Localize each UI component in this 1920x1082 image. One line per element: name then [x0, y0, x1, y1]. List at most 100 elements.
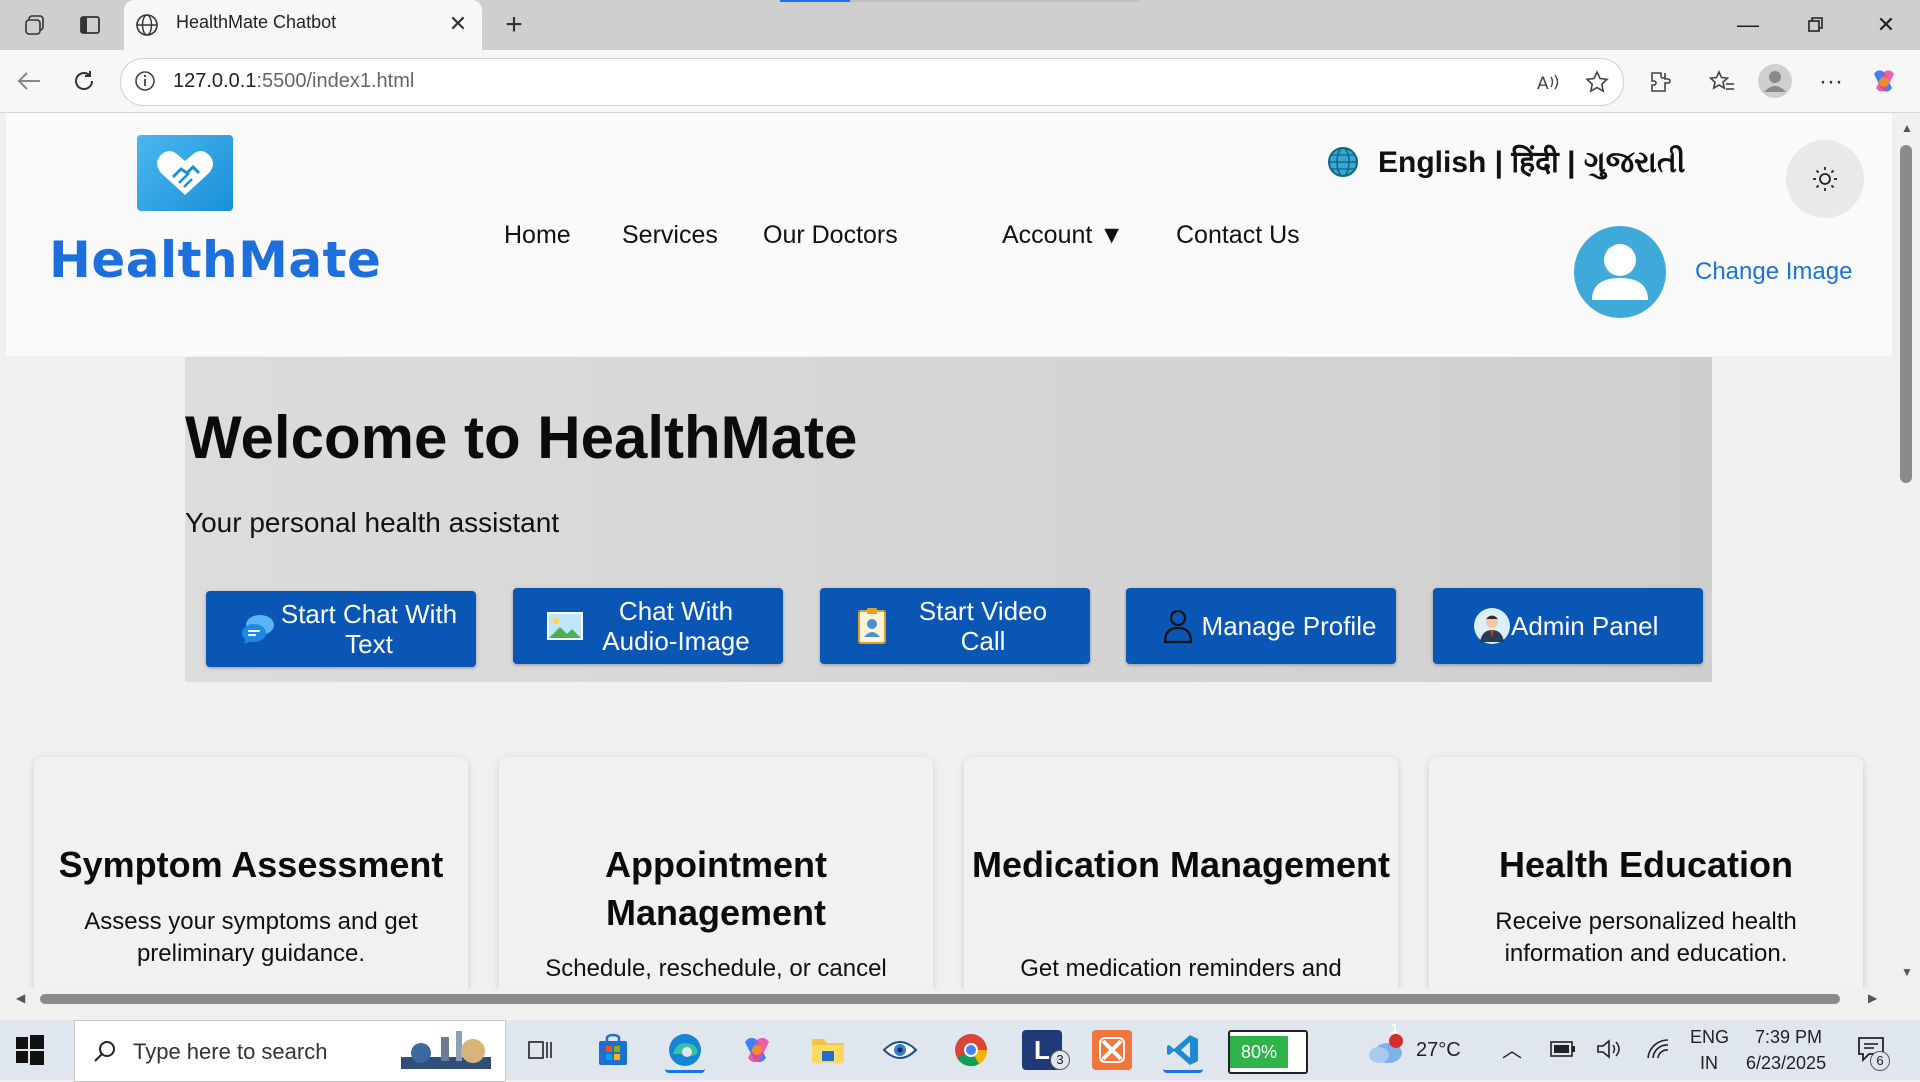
favorite-star-icon[interactable] [1583, 68, 1611, 96]
more-options-icon[interactable]: ··· [1813, 64, 1849, 100]
nav-contact-us[interactable]: Contact Us [1176, 221, 1300, 250]
task-view-icon[interactable] [521, 1030, 561, 1070]
volume-icon[interactable] [1596, 1038, 1622, 1060]
url-text[interactable]: 127.0.0.1:5500/index1.html [173, 70, 414, 93]
browser-toolbar: 127.0.0.1:5500/index1.html A ··· [0, 50, 1920, 113]
notification-count: 6 [1870, 1051, 1890, 1071]
card-text: Schedule, reschedule, or cancel [545, 955, 887, 982]
back-button[interactable] [12, 64, 46, 98]
url-host: 127.0.0.1 [173, 70, 257, 92]
site-info-icon[interactable] [133, 69, 157, 93]
sun-icon [1813, 167, 1837, 191]
microsoft-store-icon[interactable] [593, 1030, 633, 1070]
launcher-badge: 3 [1050, 1050, 1070, 1070]
xampp-icon[interactable] [1092, 1030, 1132, 1070]
tray-overflow-chevron-icon[interactable]: ︿ [1502, 1034, 1522, 1063]
vertical-scroll-thumb[interactable] [1900, 145, 1912, 483]
taskbar-search[interactable]: Type here to search [74, 1020, 506, 1082]
change-image-link[interactable]: Change Image [1695, 258, 1852, 286]
tab-healthmate[interactable]: HealthMate Chatbot ✕ [124, 0, 482, 50]
svg-text:A: A [1537, 74, 1549, 93]
eye-app-icon[interactable] [880, 1030, 920, 1070]
brand-name[interactable]: HealthMate [49, 231, 381, 289]
user-avatar[interactable] [1574, 226, 1666, 318]
new-tab-button[interactable]: + [497, 8, 531, 42]
card-title: Appointment Management [605, 844, 827, 933]
tab-actions-icon[interactable] [75, 10, 105, 40]
nav-account-dropdown[interactable]: Account ▼ [1002, 221, 1124, 250]
horizontal-scrollbar[interactable]: ◀ ▶ [6, 988, 1892, 1010]
search-highlight-illustration [401, 1031, 491, 1069]
language-globe-icon [1328, 147, 1358, 177]
restore-button[interactable] [1794, 8, 1838, 42]
windows-taskbar: Type here to search L 3 80% 1 27°C ︿ ENG… [0, 1020, 1920, 1082]
file-explorer-icon[interactable] [808, 1030, 848, 1070]
weather-icon[interactable] [1366, 1030, 1406, 1070]
battery-widget[interactable]: 80% [1228, 1030, 1308, 1074]
battery-tray-icon[interactable] [1550, 1040, 1576, 1058]
language-switcher[interactable]: English | हिंदी | ગુજરાતી [1378, 140, 1685, 181]
chat-audio-image-button[interactable]: Chat With Audio-Image [513, 588, 783, 664]
theme-toggle-button[interactable] [1786, 140, 1864, 218]
service-card-medication: Medication Management Get medication rem… [964, 757, 1398, 988]
horizontal-scroll-thumb[interactable] [40, 994, 1840, 1004]
admin-panel-button[interactable]: Admin Panel [1433, 588, 1703, 664]
loading-track [850, 0, 1140, 2]
weather-temp[interactable]: 27°C [1416, 1039, 1461, 1062]
admin-panel-label: Admin Panel [1511, 611, 1659, 641]
vertical-scrollbar[interactable]: ▲ ▼ [1892, 113, 1920, 988]
nav-our-doctors[interactable]: Our Doctors [763, 221, 898, 250]
chrome-icon[interactable] [951, 1030, 991, 1070]
clock-time[interactable]: 7:39 PM [1755, 1027, 1822, 1048]
scroll-up-arrow-icon[interactable]: ▲ [1901, 121, 1913, 135]
scroll-left-arrow-icon[interactable]: ◀ [16, 991, 25, 1005]
manage-profile-button[interactable]: Manage Profile [1126, 588, 1396, 664]
browser-tab-bar: HealthMate Chatbot ✕ + — ✕ [0, 0, 1920, 50]
clock-date[interactable]: 6/23/2025 [1746, 1053, 1826, 1074]
handshake-heart-logo-icon[interactable] [137, 135, 233, 211]
read-aloud-icon[interactable]: A [1535, 68, 1563, 96]
service-card-symptom: Symptom Assessment Assess your symptoms … [34, 757, 468, 988]
nav-services[interactable]: Services [622, 221, 718, 250]
globe-icon [136, 14, 158, 36]
start-video-call-label: Start Video Call [918, 596, 1048, 656]
copilot-icon[interactable] [1866, 64, 1902, 100]
input-language[interactable]: ENG [1690, 1027, 1729, 1048]
hero-section: Welcome to HealthMate Your personal heal… [185, 357, 1712, 682]
start-chat-text-label: Start Chat With Text [280, 599, 458, 659]
id-badge-icon [850, 604, 894, 648]
start-video-call-button[interactable]: Start Video Call [820, 588, 1090, 664]
input-region[interactable]: IN [1700, 1053, 1718, 1074]
copilot-app-icon[interactable] [737, 1030, 777, 1070]
nav-home[interactable]: Home [504, 221, 571, 250]
search-placeholder: Type here to search [133, 1039, 328, 1064]
close-tab-icon[interactable]: ✕ [444, 10, 472, 38]
vscode-icon[interactable] [1163, 1030, 1203, 1073]
favorites-icon[interactable] [1704, 64, 1740, 100]
profile-icon[interactable] [1757, 63, 1793, 99]
card-text: Receive personalized health information … [1495, 908, 1797, 967]
card-title: Health Education [1498, 844, 1794, 885]
wifi-icon[interactable] [1646, 1038, 1672, 1060]
scroll-right-arrow-icon[interactable]: ▶ [1868, 991, 1877, 1005]
manage-profile-label: Manage Profile [1201, 611, 1377, 641]
minimize-button[interactable]: — [1726, 8, 1770, 42]
user-silhouette-icon [1592, 244, 1648, 300]
image-icon [543, 604, 587, 648]
battery-level: 80% [1230, 1036, 1288, 1068]
scroll-down-arrow-icon[interactable]: ▼ [1901, 965, 1913, 979]
card-title: Medication Management [971, 844, 1391, 885]
edge-browser-icon[interactable] [665, 1030, 705, 1073]
address-bar[interactable]: 127.0.0.1:5500/index1.html A [120, 58, 1624, 106]
extensions-icon[interactable] [1642, 64, 1678, 100]
workspaces-icon[interactable] [20, 10, 50, 40]
windows-start-icon[interactable] [14, 1034, 46, 1066]
tab-title: HealthMate Chatbot [176, 12, 337, 32]
chat-bubbles-icon [236, 607, 280, 651]
card-text: Assess your symptoms and get preliminary… [84, 908, 418, 967]
start-chat-text-button[interactable]: Start Chat With Text [206, 591, 476, 667]
refresh-button[interactable] [67, 64, 101, 98]
search-icon [94, 1041, 115, 1062]
close-window-button[interactable]: ✕ [1864, 8, 1908, 42]
loading-indicator [780, 0, 850, 2]
